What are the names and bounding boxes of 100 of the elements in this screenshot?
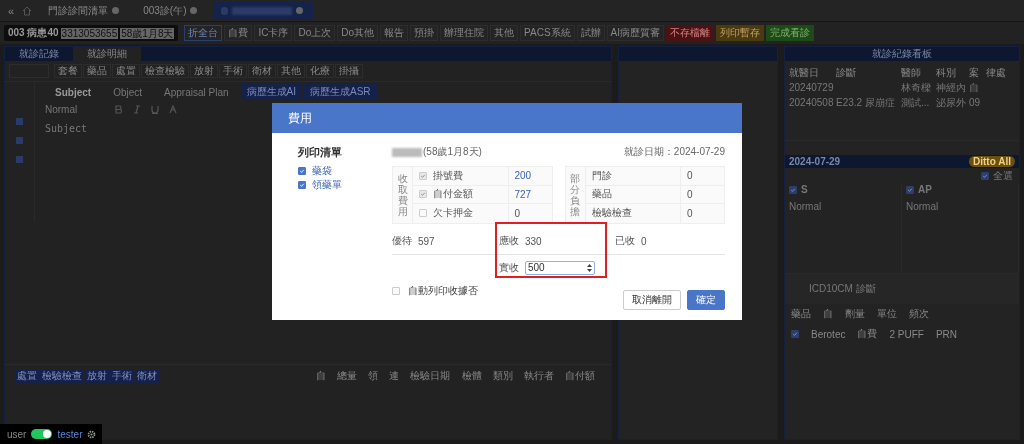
category-button[interactable]: 處置 <box>112 64 140 78</box>
column-header: 診斷 <box>836 66 857 80</box>
format-select[interactable]: Normal <box>45 104 105 115</box>
column-header: 頻次 <box>909 307 929 321</box>
underline-icon[interactable] <box>151 105 159 114</box>
column-header: 自 <box>823 307 833 321</box>
category-button[interactable]: 檢查檢驗 <box>141 64 189 78</box>
tab[interactable]: Appraisal Plan <box>154 85 239 99</box>
column-header: 領 <box>368 369 379 383</box>
order-tab[interactable]: 檢驗檢查 <box>40 369 84 383</box>
toolbar-button[interactable]: 預掛 <box>410 25 439 41</box>
tab[interactable]: 就診記錄 <box>5 47 73 61</box>
checkbox[interactable] <box>789 185 797 194</box>
table-cell-text: E23.2 尿崩症 <box>836 96 896 110</box>
visit-date: 2024-07-29 <box>789 156 841 167</box>
user-name[interactable]: tester <box>57 428 83 440</box>
cancel-button[interactable]: 取消離開 <box>623 289 681 310</box>
column-header: 醫師 <box>901 66 922 80</box>
order-tab[interactable]: 手術 <box>110 369 134 383</box>
checkbox[interactable] <box>298 167 306 175</box>
toolbar-button[interactable]: PACS系統 <box>520 25 575 41</box>
toolbar-button[interactable]: Do其他 <box>337 25 379 41</box>
column-header: 類別 <box>492 369 513 383</box>
tab[interactable] <box>213 1 314 20</box>
toolbar-button[interactable]: 折全台 <box>184 25 223 41</box>
category-button[interactable]: 套餐 <box>54 64 82 78</box>
checkbox[interactable] <box>981 172 989 180</box>
table-cell-text: 20240508 <box>789 96 833 110</box>
fee-label: 自付金額 <box>433 187 473 202</box>
order-tab[interactable]: 處置 <box>15 369 39 383</box>
toolbar-button[interactable]: 其他 <box>490 25 519 41</box>
home-icon[interactable] <box>22 5 33 16</box>
toggle-switch[interactable] <box>31 429 53 439</box>
table-cell: PRN <box>935 328 958 340</box>
table-cell: Berotec <box>811 328 846 340</box>
ai-button[interactable]: 病歷生成AI <box>240 84 302 100</box>
settings-icon[interactable] <box>87 429 97 439</box>
patient-id: 3313053655 <box>60 27 119 39</box>
toolbar-button[interactable]: 報告 <box>380 25 409 41</box>
group-label: 收取費用 <box>393 167 413 223</box>
user-role: user <box>7 428 27 440</box>
italic-icon[interactable] <box>133 105 141 114</box>
toolbar-button[interactable]: 列印暫存 <box>716 25 764 41</box>
dialog-title: 費用 <box>272 103 742 133</box>
column-header: 自付額 <box>565 369 596 383</box>
collapse-button[interactable]: « <box>8 4 15 17</box>
toolbar-button[interactable]: Do上次 <box>294 25 336 41</box>
format-select[interactable]: Normal <box>906 201 966 212</box>
checkbox-label[interactable]: 自動列印收據否 <box>408 283 478 298</box>
category-button[interactable]: 其他 <box>277 64 305 78</box>
format-select[interactable]: Normal <box>789 201 849 212</box>
table-cell-text: 神經內 <box>936 81 966 95</box>
checkbox-label[interactable]: 藥袋 <box>312 164 332 178</box>
tab[interactable]: 門診診間清單 <box>40 1 128 20</box>
category-button[interactable]: 化療 <box>306 64 334 78</box>
column-header: 檢驗日期 <box>410 369 451 383</box>
ditto-button[interactable]: Ditto All <box>969 156 1015 167</box>
amount-label: 優待 <box>392 234 412 248</box>
amount-input[interactable]: 500 <box>525 260 595 275</box>
category-button[interactable]: 衛材 <box>248 64 276 78</box>
close-icon[interactable] <box>296 7 304 14</box>
tab[interactable]: 就診明細 <box>73 47 141 61</box>
confirm-button[interactable]: 確定 <box>687 289 725 310</box>
fee-value: 0 <box>686 207 694 219</box>
checkbox-label: 全選 <box>993 169 1013 183</box>
toolbar-button[interactable]: 自費 <box>224 25 253 41</box>
close-icon[interactable] <box>112 7 120 14</box>
category-button[interactable]: 掛攝 <box>335 64 363 78</box>
checkbox[interactable] <box>298 181 306 189</box>
toolbar-button[interactable]: AI病歷質審 <box>606 25 664 41</box>
order-tab[interactable]: 放射 <box>85 369 109 383</box>
text-color-icon[interactable] <box>169 105 177 114</box>
visit-date: 就診日期：2024-07-29 <box>623 145 725 159</box>
fee-value[interactable]: 200 <box>508 170 552 182</box>
tab[interactable]: 003診(午) <box>135 1 206 20</box>
toolbar-button[interactable]: 試辦 <box>576 25 605 41</box>
checkbox[interactable] <box>906 185 914 194</box>
order-tab[interactable]: 衛材 <box>135 369 159 383</box>
column-header: 劑量 <box>845 307 865 321</box>
ai-button[interactable]: 病歷生成ASR <box>303 84 377 100</box>
tab[interactable]: Subject <box>45 85 102 99</box>
toolbar-button[interactable]: 不存檔離 <box>666 25 714 41</box>
toolbar-button[interactable]: 完成看診 <box>766 25 814 41</box>
fee-label: 檢驗檢查 <box>591 206 632 221</box>
toolbar-button[interactable]: 辦理住院 <box>440 25 489 41</box>
checkbox[interactable] <box>791 330 799 338</box>
checkbox-label[interactable]: 領藥單 <box>312 178 342 192</box>
section-title: 列印清單 <box>298 145 343 160</box>
editor-placeholder[interactable]: Subject <box>35 117 98 140</box>
column-header: 自 <box>315 369 326 383</box>
spinner-icon[interactable] <box>587 262 592 273</box>
patient-age: 58歲1月8天 <box>120 27 175 39</box>
category-button[interactable]: 放射 <box>190 64 218 78</box>
tab[interactable]: Object <box>103 85 153 99</box>
category-button[interactable]: 藥品 <box>83 64 111 78</box>
close-icon[interactable] <box>190 7 198 14</box>
fee-value[interactable]: 727 <box>508 188 552 200</box>
category-button[interactable]: 手術 <box>219 64 247 78</box>
toolbar-button[interactable]: IC卡序 <box>254 25 293 41</box>
bold-icon[interactable] <box>115 105 123 114</box>
